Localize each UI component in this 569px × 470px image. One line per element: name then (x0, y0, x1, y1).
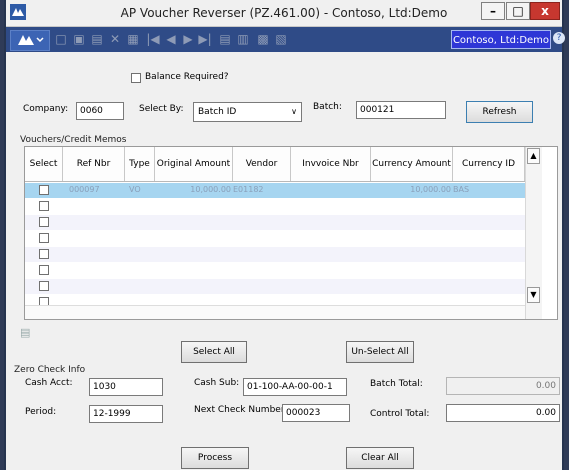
batch-total-input: 0.00 (446, 377, 560, 395)
next-record-icon[interactable]: ▶ (181, 32, 195, 46)
cash-acct-input[interactable]: 1030 (89, 378, 163, 396)
select-all-button[interactable]: Select All (181, 341, 247, 363)
row-ref-nbr: 000097 (69, 185, 100, 194)
select-by-label: Select By: (139, 104, 184, 114)
company-label: Company: (23, 104, 69, 114)
clear-all-button[interactable]: Clear All (346, 447, 414, 469)
zero-check-section-label: Zero Check Info (14, 365, 86, 375)
cancel-icon[interactable]: ▦ (126, 32, 140, 46)
minimize-button[interactable]: – (481, 2, 505, 20)
window-title: AP Voucher Reverser (PZ.461.00) - Contos… (120, 6, 448, 20)
cash-sub-label: Cash Sub: (194, 378, 240, 388)
row-select-checkbox[interactable] (39, 265, 49, 275)
col-invoice-nbr[interactable]: Invvoice Nbr (291, 147, 371, 181)
horizontal-scrollbar[interactable] (25, 305, 525, 319)
last-record-icon[interactable]: ▶| (198, 32, 212, 46)
row-select-checkbox[interactable] (39, 297, 49, 305)
control-total-label: Control Total: (370, 409, 430, 419)
balance-required-label: Balance Required? (145, 72, 229, 82)
control-total-input[interactable]: 0.00 (446, 404, 560, 422)
delete-icon[interactable]: ✕ (108, 32, 122, 46)
next-check-input[interactable]: 000023 (282, 404, 350, 422)
row-select-checkbox[interactable] (39, 217, 49, 227)
col-currency-id[interactable]: Currency ID (453, 147, 525, 181)
table-row[interactable] (25, 215, 525, 230)
table-row[interactable] (25, 231, 525, 246)
balance-required-checkbox[interactable] (131, 73, 141, 83)
row-select-checkbox[interactable] (39, 185, 49, 195)
help-icon[interactable]: ? (553, 32, 565, 44)
batch-input[interactable]: 000121 (356, 101, 446, 119)
finish-icon[interactable]: ▤ (90, 32, 104, 46)
row-select-checkbox[interactable] (39, 233, 49, 243)
period-input[interactable]: 12-1999 (89, 405, 163, 423)
vouchers-grid: Select Ref Nbr Type Original Amount Vend… (24, 146, 558, 320)
row-currency-id: BAS (453, 185, 470, 194)
scroll-down-icon[interactable]: ▼ (527, 287, 540, 303)
notes-icon[interactable]: ▤ (20, 326, 30, 339)
company-button[interactable]: Contoso, Ltd:Demo (451, 30, 551, 49)
first-record-icon[interactable]: |◀ (146, 32, 160, 46)
row-type: VO (129, 185, 141, 194)
row-vendor: E01182 (233, 185, 264, 194)
select-by-dropdown[interactable]: Batch ID ∨ (193, 102, 302, 122)
chevron-down-icon: ∨ (291, 107, 297, 116)
table-row[interactable] (25, 247, 525, 262)
copy-icon[interactable]: ▧ (274, 32, 288, 46)
col-currency-amount[interactable]: Currency Amount (371, 147, 453, 181)
next-check-label: Next Check Number: (194, 405, 288, 415)
col-ref-nbr[interactable]: Ref Nbr (63, 147, 125, 181)
vouchers-section-label: Vouchers/Credit Memos (20, 135, 127, 145)
insert-line-icon[interactable]: ▤ (218, 32, 232, 46)
row-select-checkbox[interactable] (39, 201, 49, 211)
table-row[interactable] (25, 295, 525, 305)
table-row[interactable] (25, 263, 525, 278)
row-original-amount: 10,000.00 (190, 185, 231, 194)
cash-sub-input[interactable]: 01-100-AA-00-00-1 (243, 378, 347, 396)
maximize-button[interactable]: □ (506, 2, 530, 20)
cash-acct-label: Cash Acct: (25, 378, 73, 388)
close-button[interactable]: x (530, 2, 560, 20)
toolbar: □ ▣ ▤ ✕ ▦ |◀ ◀ ▶ ▶| ▤ ▥ ▩ ▧ Contoso, Ltd… (6, 27, 565, 52)
batch-label: Batch: (313, 102, 342, 112)
process-button[interactable]: Process (181, 447, 249, 469)
refresh-button[interactable]: Refresh (466, 101, 533, 123)
print-icon[interactable]: ▩ (256, 32, 270, 46)
save-icon[interactable]: ▣ (72, 32, 86, 46)
grid-header: Select Ref Nbr Type Original Amount Vend… (25, 147, 525, 182)
select-by-value: Batch ID (198, 107, 237, 117)
vertical-scrollbar[interactable]: ▲ ▼ (525, 147, 542, 319)
unselect-all-button[interactable]: Un-Select All (346, 341, 414, 363)
previous-record-icon[interactable]: ◀ (164, 32, 178, 46)
table-row[interactable] (25, 279, 525, 294)
table-row[interactable]: 000097 VO 10,000.00 E01182 10,000.00 BAS (25, 183, 525, 198)
col-type[interactable]: Type (125, 147, 155, 181)
batch-total-label: Batch Total: (370, 379, 423, 389)
delete-line-icon[interactable]: ▥ (236, 32, 250, 46)
row-currency-amount: 10,000.00 (410, 185, 451, 194)
title-bar: AP Voucher Reverser (PZ.461.00) - Contos… (6, 0, 562, 27)
new-icon[interactable]: □ (54, 32, 68, 46)
row-select-checkbox[interactable] (39, 249, 49, 259)
menu-logo-button[interactable] (10, 30, 50, 51)
company-input[interactable]: 0060 (76, 102, 124, 120)
col-vendor[interactable]: Vendor (233, 147, 291, 181)
scroll-up-icon[interactable]: ▲ (527, 148, 540, 164)
row-select-checkbox[interactable] (39, 281, 49, 291)
period-label: Period: (25, 407, 57, 417)
col-original-amount[interactable]: Original Amount (155, 147, 233, 181)
app-window: AP Voucher Reverser (PZ.461.00) - Contos… (4, 0, 565, 470)
col-select[interactable]: Select (25, 147, 63, 181)
table-row[interactable] (25, 199, 525, 214)
